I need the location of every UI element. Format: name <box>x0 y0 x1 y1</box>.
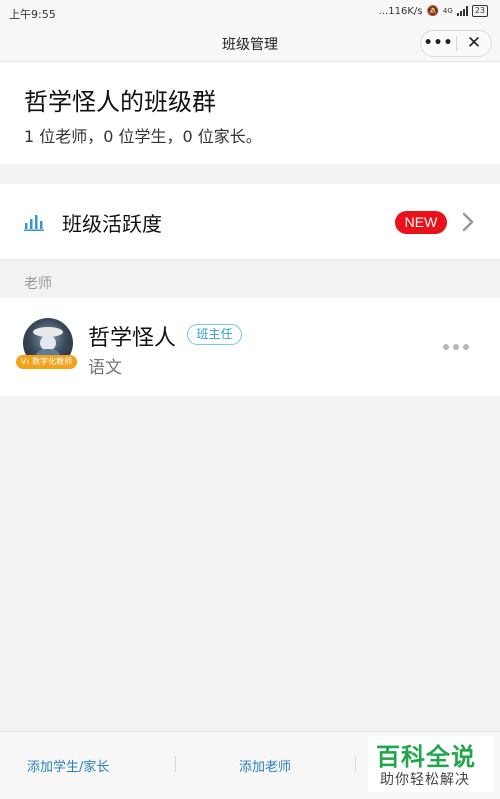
class-group-name: 哲学怪人的班级群 <box>24 88 216 116</box>
class-header: 哲学怪人的班级群 1 位老师，0 位学生，0 位家长。 <box>0 62 500 164</box>
network-type: 4G <box>442 7 453 15</box>
teacher-subject: 语文 <box>88 358 122 378</box>
status-indicators: ...116K/s 🔕 4G 23 <box>379 5 488 17</box>
chevron-right-icon <box>462 212 474 232</box>
add-teacher-button[interactable]: 添加老师 <box>239 756 291 775</box>
teachers-section-label: 老师 <box>24 276 52 292</box>
nav-bar: 班级管理 ••• ✕ <box>0 26 500 62</box>
status-bar: 上午9:55 ...116K/s 🔕 4G 23 <box>0 0 500 26</box>
bottom-divider <box>355 756 356 772</box>
watermark-subtitle: 助你轻松解决 <box>380 772 470 788</box>
more-options-button[interactable]: ••• <box>421 30 456 57</box>
class-activity-label: 班级活跃度 <box>62 212 162 236</box>
network-speed: ...116K/s <box>378 5 423 17</box>
role-badge: 班主任 <box>187 324 242 345</box>
bar-chart-icon <box>24 215 44 231</box>
bottom-divider <box>175 756 176 772</box>
battery-icon: 23 <box>471 5 488 17</box>
signal-icon <box>456 6 468 16</box>
new-badge: NEW <box>395 211 447 234</box>
teacher-name: 哲学怪人 <box>88 326 177 351</box>
watermark-logo: 百科全说 助你轻松解决 <box>368 736 494 792</box>
member-summary: 1 位老师，0 位学生，0 位家长。 <box>24 127 262 146</box>
class-activity-row[interactable]: 班级活跃度 NEW <box>0 184 500 260</box>
watermark-title: 百科全说 <box>376 743 476 771</box>
verified-teacher-badge: V₁ 数字化教师 <box>16 355 77 369</box>
mini-program-capsule: ••• ✕ <box>420 30 492 57</box>
status-time: 上午9:55 <box>9 8 56 21</box>
more-dots-icon[interactable] <box>443 344 469 350</box>
close-button[interactable]: ✕ <box>457 30 491 57</box>
teacher-list-item[interactable]: V₁ 数字化教师 哲学怪人 班主任 语文 <box>0 298 500 396</box>
mute-icon: 🔕 <box>426 5 439 17</box>
add-student-parent-button[interactable]: 添加学生/家长 <box>27 756 109 775</box>
